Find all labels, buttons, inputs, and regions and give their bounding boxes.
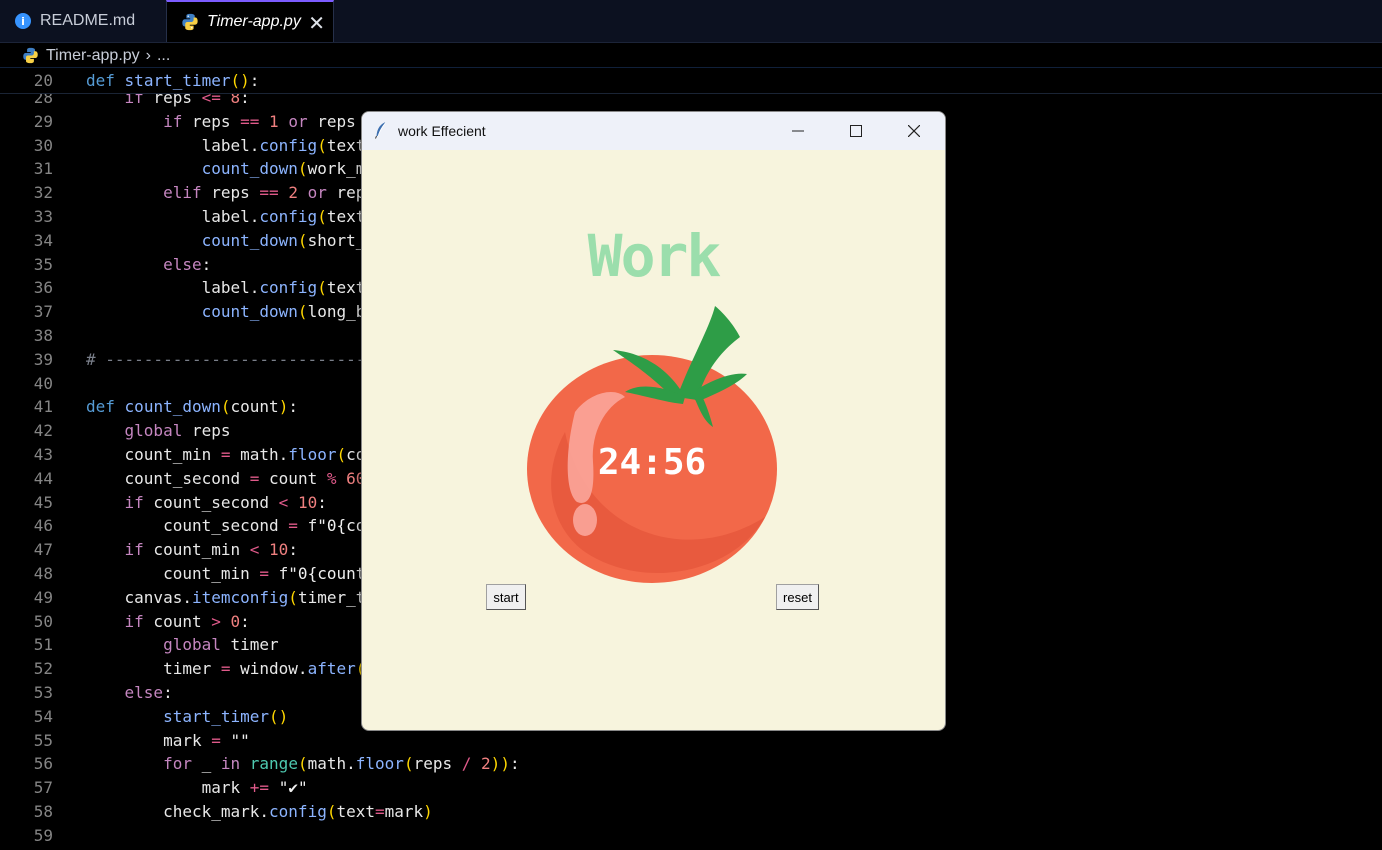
tab-label: README.md [40,12,136,29]
code-line[interactable]: 55 mark = "" [0,729,1382,753]
editor-tab-bar: i README.md Timer-app.py ✕ [0,0,1382,43]
line-number: 31 [33,159,53,179]
reset-button[interactable]: reset [776,584,819,610]
timer-display: 24:56 [597,442,707,483]
line-number: 42 [33,421,53,441]
code-text: count_second = f"0{co [86,516,366,536]
line-number: 44 [33,468,53,488]
line-number: 47 [33,540,53,560]
line-number: 53 [33,683,53,702]
line-number: 39 [33,349,53,369]
tab-readme[interactable]: i README.md [0,0,166,42]
line-number: 34 [33,230,53,250]
code-text: # ------------------------------ [86,349,395,369]
code-text: if count_min < 10: [124,540,298,560]
code-text: else: [124,683,173,702]
code-line[interactable]: 56 for _ in range(math.floor(reps / 2)): [0,752,1382,776]
close-window-button[interactable] [885,112,943,150]
start-button[interactable]: start [486,584,526,610]
line-number: 40 [33,373,53,393]
close-tab-icon[interactable]: ✕ [308,11,325,35]
work-heading: Work [587,222,722,290]
breadcrumb: Timer-app.py › ... [0,44,1382,68]
code-text: count_down(short_ [201,230,366,250]
line-number: 52 [33,659,53,679]
tab-label: Timer-app.py [207,13,301,30]
line-number: 36 [33,278,53,298]
line-number: 38 [33,326,53,345]
code-line[interactable]: 58 check_mark.config(text=mark) [0,800,1382,824]
maximize-icon [850,125,862,137]
code-text: def start_timer(): [86,71,260,90]
code-text: label.config(text [86,135,366,155]
code-text: timer = window.after( [86,659,365,679]
code-text: def count_down(count): [86,397,298,417]
code-text: count_down(long_b [201,302,366,322]
line-number: 20 [33,71,53,90]
line-number: 56 [33,754,53,774]
code-text: count_down(work_m [201,159,366,179]
line-number: 59 [33,825,53,845]
code-text: label.config(text [86,207,366,226]
breadcrumb-more[interactable]: ... [157,47,170,65]
line-number: 32 [33,183,53,203]
minimize-icon [792,130,804,132]
code-text: mark = "" [86,730,250,750]
tab-timer-app[interactable]: Timer-app.py ✕ [166,0,334,42]
code-text: elif reps == 2 or rep [163,183,366,203]
code-text: for _ in range(math.floor(reps / 2)): [163,754,520,774]
code-line[interactable]: 57 mark += "✔" [0,776,1382,800]
code-text: if count_second < 10: [124,492,327,512]
python-icon [182,13,198,31]
code-text: label.config(text [86,278,366,298]
line-number: 46 [33,516,53,536]
code-text: else: [163,254,212,274]
info-icon: i [15,13,31,29]
line-number: 30 [33,135,53,155]
line-number: 35 [33,254,53,274]
code-text: if reps == 1 or reps [163,111,356,131]
code-line[interactable]: 20 def start_timer(): [0,69,1382,94]
code-text: count_second = count % 60 [86,468,366,488]
tk-app-window: work Effecient Work 24:56 start reset [361,111,946,731]
feather-icon [375,121,387,139]
line-number: 33 [33,207,53,226]
line-number: 54 [33,706,53,726]
code-line[interactable]: 59 [0,824,1382,848]
python-icon [23,47,38,64]
line-number: 29 [33,111,53,131]
line-number: 51 [33,635,53,655]
window-title: work Effecient [398,123,486,139]
breadcrumb-file[interactable]: Timer-app.py [46,47,140,65]
code-text: global timer [163,635,279,655]
line-number: 55 [33,730,53,750]
line-number: 58 [33,802,53,821]
line-number: 49 [33,587,53,607]
code-text: canvas.itemconfig(timer_t [86,587,366,607]
code-text: global reps [124,421,231,441]
line-number: 41 [33,397,53,417]
chevron-right-icon: › [145,46,151,64]
close-icon [908,125,920,137]
line-number: 43 [33,445,53,464]
line-number: 45 [33,492,53,512]
window-title-bar[interactable]: work Effecient [362,112,945,150]
code-text: count_min = math.floor(co [86,445,366,464]
code-text: mark += "✔" [86,778,308,798]
minimize-button[interactable] [769,112,827,150]
code-text: start_timer() [163,706,289,726]
line-number: 48 [33,564,53,583]
line-number: 50 [33,611,53,631]
code-text: check_mark.config(text=mark) [86,802,433,821]
line-number: 57 [33,778,53,798]
code-text: if count > 0: [124,611,250,631]
maximize-button[interactable] [827,112,885,150]
line-number: 37 [33,302,53,322]
code-text: count_min = f"0{count [86,564,366,583]
